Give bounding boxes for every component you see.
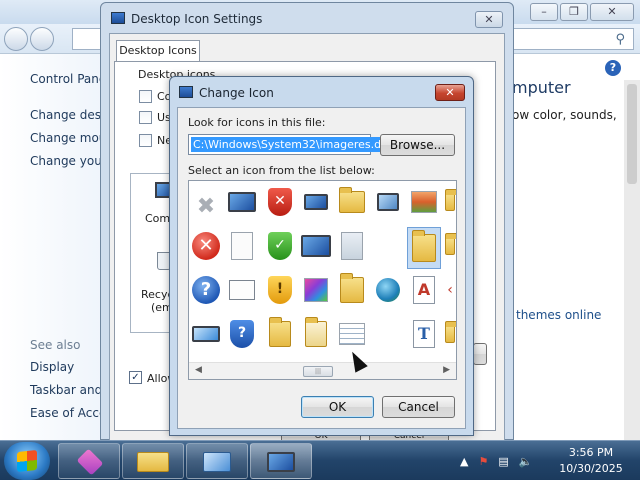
- media-library-icon[interactable]: [299, 273, 333, 307]
- help-icon[interactable]: ?: [605, 60, 621, 76]
- back-button[interactable]: [4, 27, 28, 51]
- file-path-value: C:\Windows\System32\imageres.dll: [191, 137, 390, 152]
- select-icon-label: Select an icon from the list below:: [188, 164, 375, 177]
- partial-icon[interactable]: [441, 229, 456, 263]
- minimize-button[interactable]: –: [530, 3, 558, 21]
- checkbox-computer[interactable]: [139, 90, 152, 103]
- help-shield-icon[interactable]: ?: [225, 317, 259, 351]
- network-computers-icon[interactable]: [299, 185, 333, 219]
- clock-time: 3:56 PM: [568, 446, 614, 459]
- see-also-label: See also: [30, 338, 81, 352]
- folder-icon: [137, 452, 169, 472]
- horizontal-scrollbar[interactable]: ◀ ||| ▶: [189, 362, 456, 379]
- maximize-button[interactable]: ❐: [560, 3, 588, 21]
- red-shield-x-icon[interactable]: ✕: [263, 185, 297, 219]
- allow-themes-checkbox[interactable]: ✓: [129, 371, 142, 384]
- globe-network-icon[interactable]: [371, 273, 405, 307]
- action-center-icon[interactable]: ⚑: [478, 455, 488, 468]
- monitor-icon: [179, 86, 193, 98]
- pictures-folder-icon[interactable]: [407, 185, 441, 219]
- monitor-shield-icon[interactable]: [225, 185, 259, 219]
- change-icon-dialog: Change Icon ✕ Look for icons in this fil…: [169, 76, 474, 436]
- ok-button[interactable]: OK: [301, 396, 374, 418]
- forward-button[interactable]: [30, 27, 54, 51]
- show-hidden-icons-icon[interactable]: ▲: [460, 455, 468, 468]
- window-title: Desktop Icon Settings: [131, 12, 263, 26]
- blank-page-icon[interactable]: [225, 229, 259, 263]
- projector-screen-icon[interactable]: [225, 273, 259, 307]
- control-panel-icon: [203, 452, 231, 472]
- help-icon[interactable]: ?: [189, 273, 223, 307]
- control-panel-sidebar: Control Panel Change deskt Change mous C…: [0, 54, 114, 440]
- monitor-icon: [111, 12, 125, 24]
- page-description: ow color, sounds,: [512, 108, 617, 122]
- monitor-icon: [267, 452, 295, 472]
- font-doc-icon[interactable]: A: [407, 273, 441, 307]
- network-globe-icon[interactable]: [371, 185, 405, 219]
- partial-icon[interactable]: [441, 185, 456, 219]
- sidebar-item-control-panel[interactable]: Control Panel: [30, 72, 110, 86]
- list-doc-icon[interactable]: [335, 317, 369, 351]
- music-folder-icon[interactable]: [263, 317, 297, 351]
- start-button[interactable]: [4, 442, 50, 480]
- control-panel-content: mputer ow color, sounds, themes online: [512, 54, 640, 440]
- taskbar-app-button[interactable]: [58, 443, 120, 479]
- taskbar-explorer-button[interactable]: [122, 443, 184, 479]
- folder-icon[interactable]: [335, 185, 369, 219]
- partial-icon[interactable]: [441, 317, 456, 351]
- taskbar: ▲ ⚑ ▤ 🔈 3:56 PM 10/30/2025: [0, 440, 640, 480]
- vertical-scrollbar[interactable]: [624, 80, 640, 440]
- close-button[interactable]: ✕: [590, 3, 634, 21]
- close-button[interactable]: ✕: [435, 84, 465, 101]
- system-tray: ▲ ⚑ ▤ 🔈: [460, 447, 532, 475]
- partial-icon[interactable]: ‹: [441, 273, 456, 307]
- file-path-input[interactable]: C:\Windows\System32\imageres.dll: [188, 134, 390, 155]
- volume-icon[interactable]: 🔈: [519, 455, 533, 468]
- browse-button[interactable]: Browse...: [380, 134, 455, 156]
- checkbox-user[interactable]: [139, 111, 152, 124]
- windows-logo-icon: [17, 449, 37, 473]
- x-mark-icon[interactable]: ✖: [189, 189, 223, 223]
- app-icon: [76, 448, 104, 476]
- monitor-blank-icon[interactable]: [299, 229, 333, 263]
- network-icon[interactable]: ▤: [498, 455, 508, 468]
- checkbox-network[interactable]: [139, 134, 152, 147]
- folder-doc-icon[interactable]: [299, 317, 333, 351]
- icon-list[interactable]: ✖ ✕ ✕ ✓ ? ! A ‹ ? T ◀ ||| ▶: [188, 180, 457, 380]
- cancel-button[interactable]: Cancel: [382, 396, 455, 418]
- clock-date: 10/30/2025: [559, 462, 623, 475]
- warning-shield-icon[interactable]: !: [263, 273, 297, 307]
- restore-default-button[interactable]: [473, 343, 487, 365]
- search-icon[interactable]: ⚲: [615, 32, 625, 47]
- themes-online-link[interactable]: themes online: [516, 308, 601, 322]
- tab-desktop-icons[interactable]: Desktop Icons: [116, 40, 200, 62]
- scroll-right-icon[interactable]: ▶: [443, 365, 450, 375]
- scroll-left-icon[interactable]: ◀: [195, 365, 202, 375]
- taskbar-control-panel-button[interactable]: [186, 443, 248, 479]
- clock[interactable]: 3:56 PM 10/30/2025: [556, 445, 626, 477]
- dialog-title: Change Icon: [199, 86, 274, 100]
- scrollbar-thumb[interactable]: |||: [303, 366, 333, 377]
- display-icon[interactable]: [189, 317, 223, 351]
- text-doc-icon[interactable]: T: [407, 317, 441, 351]
- settings-doc-icon[interactable]: [335, 229, 369, 263]
- look-for-label: Look for icons in this file:: [188, 116, 326, 129]
- close-button[interactable]: ✕: [475, 11, 503, 28]
- error-icon[interactable]: ✕: [189, 229, 223, 263]
- sidebar-item-change-your[interactable]: Change your: [30, 154, 107, 168]
- taskbar-display-settings-button[interactable]: [250, 443, 312, 479]
- favorites-folder-icon[interactable]: [335, 273, 369, 307]
- green-shield-check-icon[interactable]: ✓: [263, 229, 297, 263]
- page-title: mputer: [512, 78, 571, 97]
- see-also-display[interactable]: Display: [30, 360, 74, 374]
- user-folder-icon[interactable]: [407, 227, 441, 269]
